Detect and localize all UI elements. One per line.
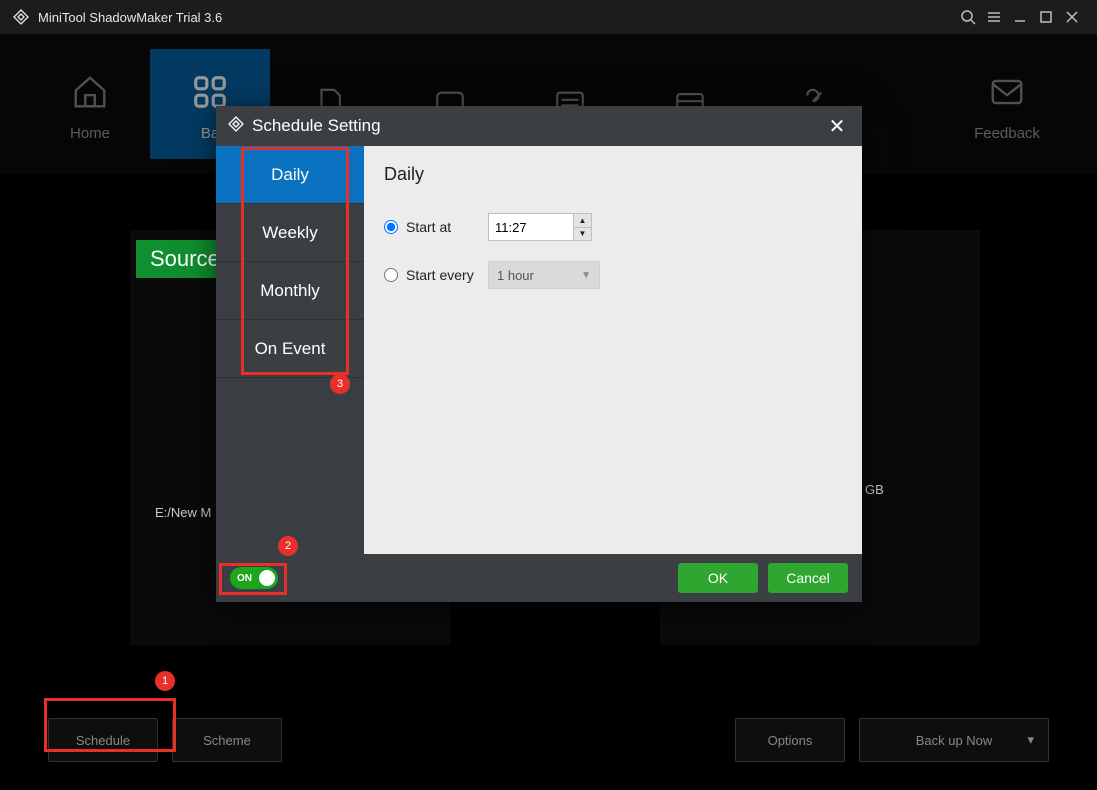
schedule-button[interactable]: Schedule [48, 718, 158, 762]
ok-button[interactable]: OK [678, 563, 758, 593]
app-logo-icon [228, 116, 244, 137]
search-icon[interactable] [955, 4, 981, 30]
annotation-badge-3: 3 [330, 374, 350, 394]
start-at-time-field[interactable]: ▲ ▼ [488, 213, 592, 241]
tab-monthly[interactable]: Monthly [216, 262, 364, 320]
toggle-knob [259, 570, 275, 586]
app-logo-icon [12, 8, 30, 26]
minimize-icon[interactable] [1007, 4, 1033, 30]
nav-feedback[interactable]: Feedback [947, 67, 1067, 142]
mail-icon [947, 67, 1067, 117]
nav-label: Home [30, 125, 150, 142]
start-at-input[interactable] [489, 214, 573, 240]
start-at-radio[interactable] [384, 220, 398, 234]
dialog-sidebar: Daily Weekly Monthly On Event [216, 146, 364, 554]
caret-down-icon: ▼ [581, 270, 591, 281]
close-icon[interactable] [1059, 4, 1085, 30]
pane-title: Daily [384, 164, 842, 185]
dialog-footer: ON OK Cancel [216, 554, 862, 602]
nav-home[interactable]: Home [30, 67, 150, 142]
start-every-radio[interactable] [384, 268, 398, 282]
cancel-button[interactable]: Cancel [768, 563, 848, 593]
tab-daily[interactable]: Daily [216, 146, 364, 204]
tab-on-event[interactable]: On Event [216, 320, 364, 378]
time-spinner[interactable]: ▲ ▼ [573, 214, 591, 240]
app-title: MiniTool ShadowMaker Trial 3.6 [38, 10, 955, 25]
dialog-title: Schedule Setting [252, 116, 381, 136]
tab-weekly[interactable]: Weekly [216, 204, 364, 262]
dialog-close-button[interactable]: ✕ [824, 113, 850, 139]
bottom-bar: Schedule Scheme Options Back up Now ▾ [0, 710, 1097, 770]
maximize-icon[interactable] [1033, 4, 1059, 30]
backup-now-label: Back up Now [916, 733, 993, 748]
menu-icon[interactable] [981, 4, 1007, 30]
annotation-badge-2: 2 [278, 536, 298, 556]
nav-label: Feedback [947, 125, 1067, 142]
schedule-setting-dialog: Schedule Setting ✕ Daily Weekly Monthly … [216, 106, 862, 602]
dialog-titlebar: Schedule Setting ✕ [216, 106, 862, 146]
toggle-label: ON [237, 573, 252, 584]
options-button[interactable]: Options [735, 718, 845, 762]
start-every-value: 1 hour [497, 268, 534, 283]
start-every-select[interactable]: 1 hour ▼ [488, 261, 600, 289]
caret-down-icon: ▾ [1027, 732, 1034, 748]
backup-now-button[interactable]: Back up Now ▾ [859, 718, 1049, 762]
size-fragment: GB [865, 482, 884, 497]
annotation-badge-1: 1 [155, 671, 175, 691]
scheme-button[interactable]: Scheme [172, 718, 282, 762]
dialog-main-pane: Daily Start at ▲ ▼ Start every 1 hour ▼ [364, 146, 862, 554]
home-icon [30, 67, 150, 117]
start-every-label: Start every [406, 267, 488, 283]
schedule-toggle[interactable]: ON [230, 567, 278, 589]
spin-up-icon[interactable]: ▲ [574, 214, 591, 228]
start-at-label: Start at [406, 219, 488, 235]
titlebar: MiniTool ShadowMaker Trial 3.6 [0, 0, 1097, 34]
source-path-fragment: E:/New M [155, 505, 211, 520]
spin-down-icon[interactable]: ▼ [574, 228, 591, 241]
